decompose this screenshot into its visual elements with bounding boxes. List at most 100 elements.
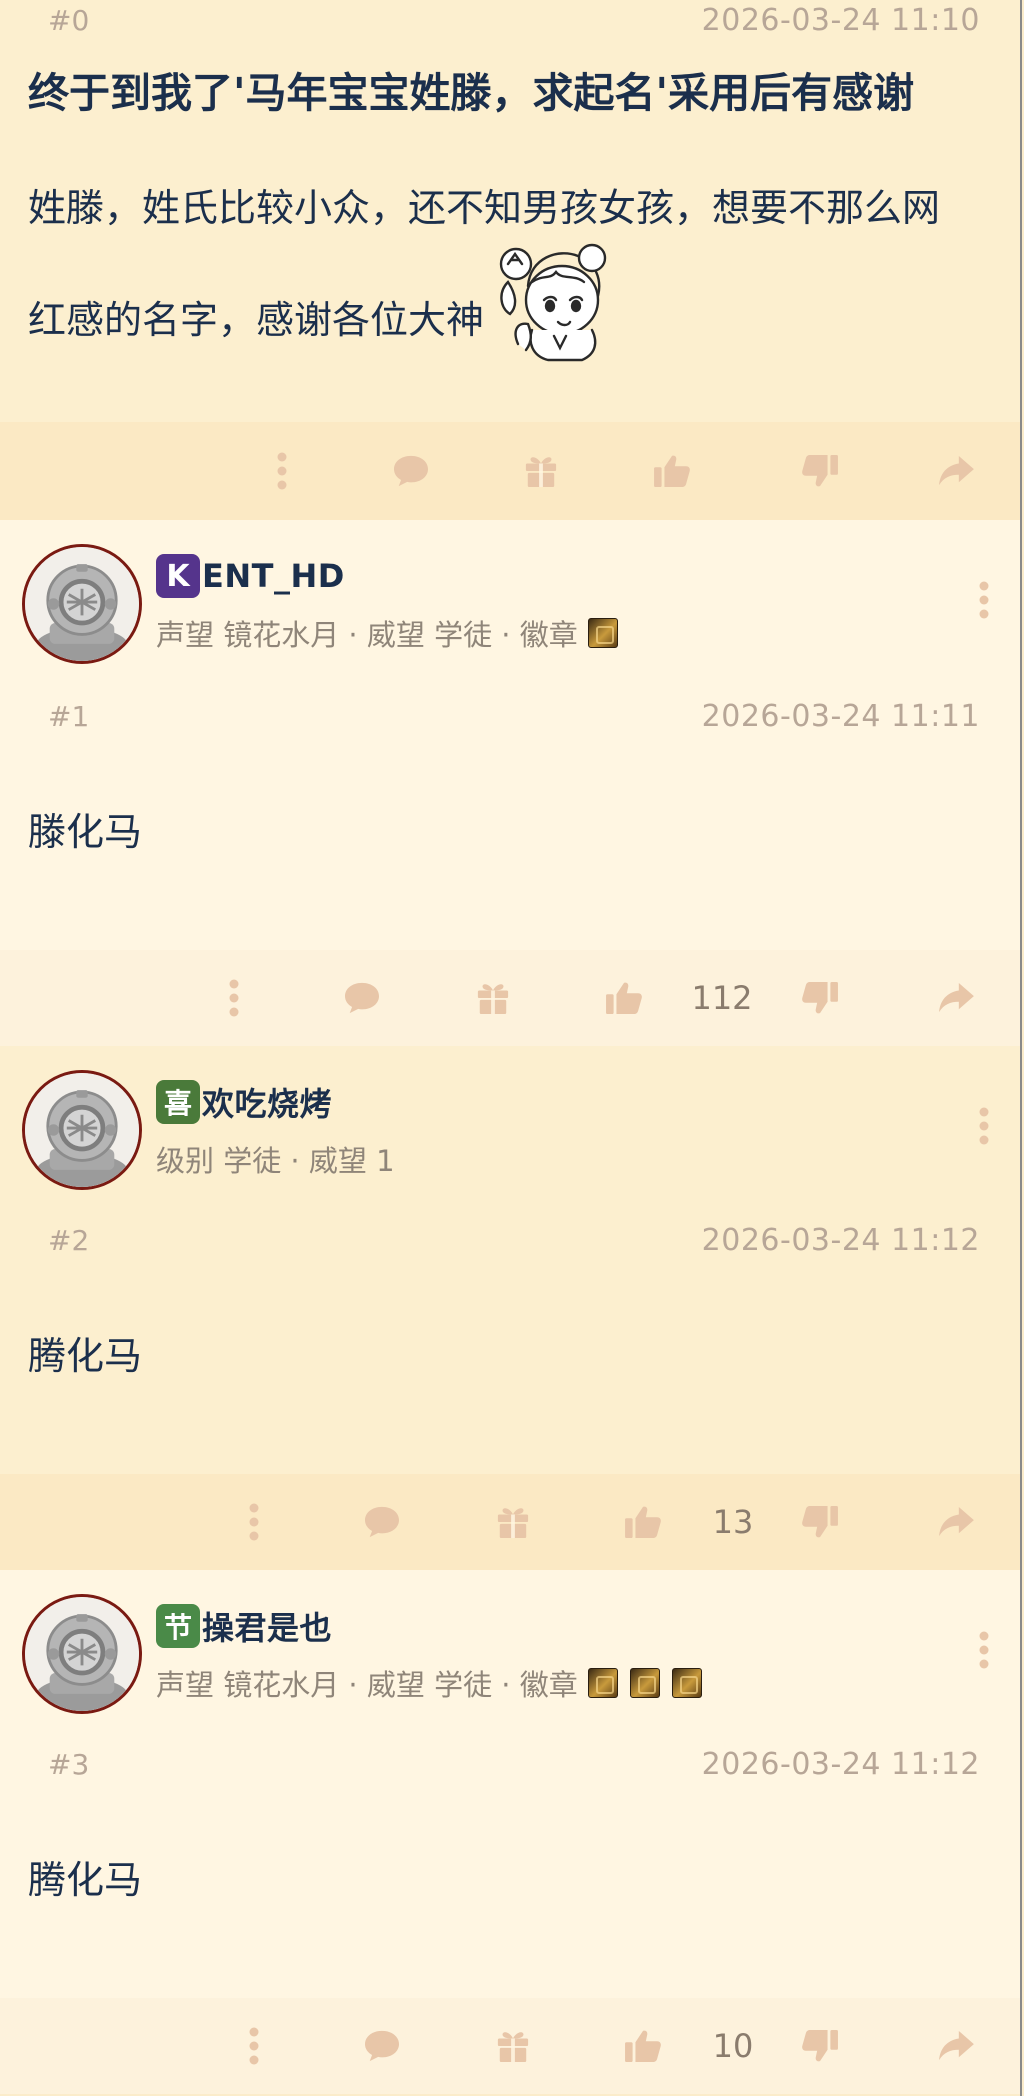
- user-header: K ENT_HD 声望 镜花水月 · 威望 学徒 · 徽章: [0, 520, 1020, 688]
- user-name-row: 喜 欢吃烧烤: [156, 1080, 332, 1124]
- medal-icon: [587, 618, 618, 648]
- original-post: #0 2026-03-24 11:10 终于到我了'马年宝宝姓滕，求起名'采用后…: [0, 0, 1020, 422]
- user-more-button[interactable]: [978, 580, 990, 624]
- share-icon: [937, 2030, 975, 2062]
- more-vertical-icon: [978, 1106, 990, 1146]
- comment-icon: [343, 981, 381, 1015]
- gift-icon: [524, 454, 558, 488]
- medal-icon: [629, 1668, 660, 1698]
- more-vertical-icon: [228, 978, 240, 1018]
- dislike-button[interactable]: [801, 454, 839, 488]
- user-info: 声望 镜花水月 · 威望 学徒 · 徽章: [156, 1662, 702, 1704]
- post-meta: #0 2026-03-24 11:10: [0, 0, 1020, 40]
- post-time: 2026-03-24 11:12: [701, 1746, 980, 1782]
- avatar[interactable]: [22, 1070, 142, 1190]
- post-time: 2026-03-24 11:11: [701, 698, 980, 734]
- more-button[interactable]: [248, 2026, 260, 2066]
- gift-button[interactable]: [476, 981, 510, 1015]
- post-meta: #2 2026-03-24 11:12: [0, 1212, 1020, 1260]
- share-button[interactable]: [937, 2030, 975, 2062]
- more-vertical-icon: [248, 2026, 260, 2066]
- more-vertical-icon: [276, 451, 288, 491]
- share-button[interactable]: [937, 1506, 975, 1538]
- post-meta: #1 2026-03-24 11:11: [0, 688, 1020, 736]
- like-count: 10: [712, 2027, 754, 2065]
- share-icon: [937, 455, 975, 487]
- gift-button[interactable]: [496, 2029, 530, 2063]
- thumbs-up-icon: [605, 981, 643, 1015]
- post-time: 2026-03-24 11:10: [701, 2, 980, 38]
- more-button[interactable]: [276, 451, 288, 491]
- user-info-text: 声望 镜花水月 · 威望 学徒 · 徽章: [156, 1668, 578, 1702]
- medal-icon: [671, 1668, 702, 1698]
- thumbs-down-icon: [801, 454, 839, 488]
- more-button[interactable]: [228, 978, 240, 1018]
- like-button[interactable]: [624, 2029, 662, 2063]
- user-more-button[interactable]: [978, 1106, 990, 1150]
- post-body-line-2: 红感的名字，感谢各位大神: [28, 298, 485, 342]
- thumbs-up-icon: [624, 2029, 662, 2063]
- floor-number: #1: [48, 699, 90, 733]
- like-count: 13: [712, 1503, 754, 1541]
- thumbs-down-icon: [801, 2029, 839, 2063]
- user-name[interactable]: 操君是也: [202, 1603, 332, 1649]
- diver-helmet-icon: [25, 1073, 139, 1187]
- share-button[interactable]: [937, 982, 975, 1014]
- gift-button[interactable]: [496, 1505, 530, 1539]
- comment-button[interactable]: [363, 2029, 401, 2063]
- user-info: 级别 学徒 · 威望 1: [156, 1138, 395, 1180]
- reply-post: #1 2026-03-24 11:11 滕化马: [0, 688, 1020, 950]
- reply-action-bar: 112: [0, 950, 1020, 1046]
- diver-helmet-icon: [25, 1597, 139, 1711]
- comment-button[interactable]: [363, 1505, 401, 1539]
- floor-number: #0: [48, 3, 90, 37]
- thumbs-down-icon: [801, 981, 839, 1015]
- gift-icon: [496, 2029, 530, 2063]
- gift-button[interactable]: [524, 454, 558, 488]
- comment-icon: [363, 2029, 401, 2063]
- post-body: 姓滕，姓氏比较小众，还不知男孩女孩，想要不那么网 红感的名字，感谢各位大神: [0, 124, 1020, 376]
- dislike-button[interactable]: [801, 2029, 839, 2063]
- dislike-button[interactable]: [801, 1505, 839, 1539]
- user-initial-badge: 节: [156, 1604, 200, 1648]
- thumbs-up-icon: [653, 454, 691, 488]
- avatar[interactable]: [22, 544, 142, 664]
- thread-page: #0 2026-03-24 11:10 终于到我了'马年宝宝姓滕，求起名'采用后…: [0, 0, 1022, 2096]
- share-icon: [937, 982, 975, 1014]
- like-button[interactable]: [605, 981, 643, 1015]
- comment-button[interactable]: [392, 454, 430, 488]
- more-vertical-icon: [978, 580, 990, 620]
- user-info-text: 声望 镜花水月 · 威望 学徒 · 徽章: [156, 618, 578, 652]
- more-vertical-icon: [248, 1502, 260, 1542]
- anime-girl-sticker-icon: [488, 234, 628, 407]
- more-vertical-icon: [978, 1630, 990, 1670]
- gift-icon: [476, 981, 510, 1015]
- comment-button[interactable]: [343, 981, 381, 1015]
- avatar[interactable]: [22, 1594, 142, 1714]
- diver-helmet-icon: [25, 547, 139, 661]
- comment-icon: [363, 1505, 401, 1539]
- like-button[interactable]: [624, 1505, 662, 1539]
- user-name[interactable]: 欢吃烧烤: [202, 1079, 332, 1125]
- user-name[interactable]: ENT_HD: [202, 557, 345, 595]
- like-button[interactable]: [653, 454, 691, 488]
- thumbs-up-icon: [624, 1505, 662, 1539]
- dislike-button[interactable]: [801, 981, 839, 1015]
- reply-post: #3 2026-03-24 11:12 腾化马: [0, 1736, 1020, 1998]
- thumbs-down-icon: [801, 1505, 839, 1539]
- share-button[interactable]: [937, 455, 975, 487]
- reply-action-bar: 13: [0, 1474, 1020, 1570]
- more-button[interactable]: [248, 1502, 260, 1542]
- user-header: 节 操君是也 声望 镜花水月 · 威望 学徒 · 徽章: [0, 1570, 1020, 1736]
- post-meta: #3 2026-03-24 11:12: [0, 1736, 1020, 1784]
- reply-body: 腾化马: [28, 1333, 143, 1378]
- user-initial-badge: 喜: [156, 1080, 200, 1124]
- reply-action-bar: 10: [0, 1998, 1020, 2094]
- user-more-button[interactable]: [978, 1630, 990, 1674]
- reply-post: #2 2026-03-24 11:12 腾化马: [0, 1212, 1020, 1474]
- reply-body: 腾化马: [28, 1857, 143, 1902]
- user-info: 声望 镜花水月 · 威望 学徒 · 徽章: [156, 612, 618, 654]
- floor-number: #2: [48, 1223, 90, 1257]
- share-icon: [937, 1506, 975, 1538]
- medal-icon: [587, 1668, 618, 1698]
